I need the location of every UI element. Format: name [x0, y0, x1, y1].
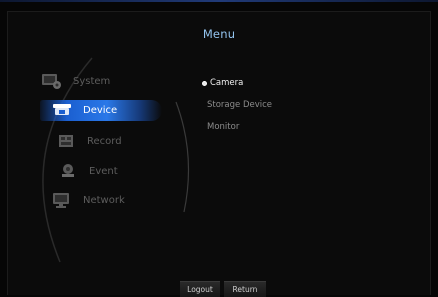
- sidebar-item-device[interactable]: Device: [51, 99, 117, 121]
- menu-panel: [7, 11, 431, 295]
- sidebar-item-label: Event: [89, 165, 118, 177]
- record-icon: [55, 132, 77, 150]
- submenu-item-storage-device[interactable]: Storage Device: [207, 100, 272, 110]
- dvr-menu-screen: Menu System Device Record Event Network …: [0, 0, 438, 297]
- submenu-item-label: Storage Device: [207, 100, 273, 110]
- sidebar-item-label: System: [73, 75, 111, 87]
- submenu-item-monitor[interactable]: Monitor: [207, 122, 239, 132]
- sidebar-item-event[interactable]: Event: [57, 160, 118, 182]
- submenu-item-label: Camera: [210, 78, 244, 88]
- camera-icon: [51, 101, 73, 119]
- sidebar-item-record[interactable]: Record: [55, 130, 122, 152]
- sidebar-item-label: Network: [83, 194, 125, 206]
- sidebar-item-system[interactable]: System: [41, 70, 110, 92]
- system-icon: [41, 72, 63, 90]
- event-icon: [57, 162, 79, 180]
- page-title: Menu: [202, 27, 236, 41]
- top-accent-line: [0, 0, 438, 2]
- selected-bullet-icon: [202, 80, 207, 86]
- return-button[interactable]: Return: [224, 281, 266, 297]
- submenu-item-camera[interactable]: Camera: [202, 78, 243, 88]
- sidebar-item-label: Record: [87, 135, 122, 147]
- sidebar-item-label: Device: [83, 104, 118, 116]
- sidebar-item-network[interactable]: Network: [51, 189, 125, 211]
- network-icon: [51, 191, 73, 209]
- logout-button[interactable]: Logout: [180, 281, 220, 297]
- submenu-item-label: Monitor: [207, 122, 240, 132]
